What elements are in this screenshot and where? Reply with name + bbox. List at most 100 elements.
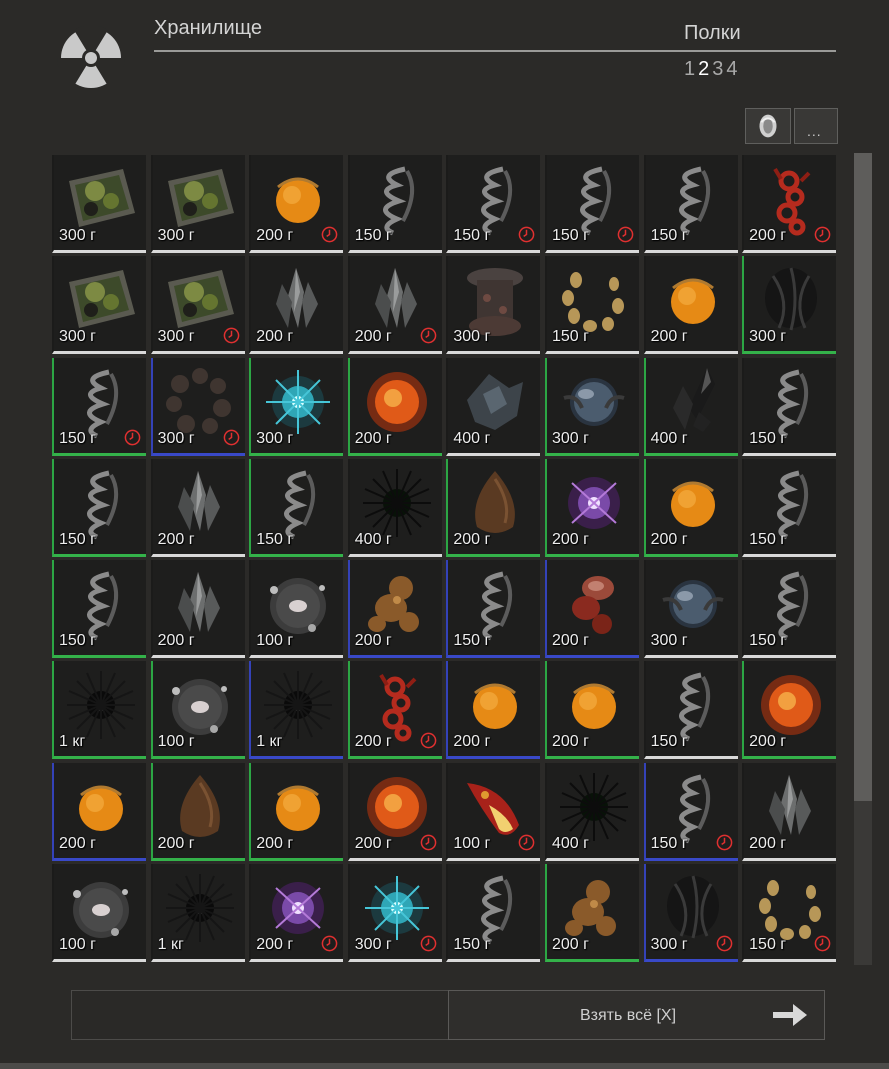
storage-slot[interactable]: 200 г (544, 661, 639, 760)
item-weight: 300 г (157, 328, 195, 346)
storage-slot[interactable]: 100 г (150, 661, 245, 760)
storage-slot[interactable]: 200 г (150, 762, 245, 861)
item-weight: 200 г (157, 834, 195, 852)
storage-slot[interactable]: 300 г (643, 864, 738, 963)
storage-slot[interactable]: 150 г (249, 458, 344, 557)
storage-slot[interactable]: 150 г (742, 458, 837, 557)
timer-icon (617, 226, 634, 243)
storage-slot[interactable]: 150 г (643, 762, 738, 861)
storage-slot[interactable]: 200 г (249, 256, 344, 355)
crystal-icon (769, 774, 812, 835)
storage-slot[interactable]: 300 г (150, 256, 245, 355)
storage-slot[interactable]: 200 г (544, 560, 639, 659)
storage-slot[interactable]: 150 г (643, 155, 738, 253)
storage-slot[interactable]: 400 г (446, 357, 541, 456)
storage-slot[interactable]: 200 г (742, 155, 837, 253)
take-all-button[interactable]: Взять всё [X] (448, 990, 825, 1040)
storage-slot[interactable]: 200 г (249, 762, 344, 861)
storage-slot[interactable]: 300 г (150, 357, 245, 456)
storage-slot[interactable]: 1 кг (52, 661, 146, 760)
storage-slot[interactable]: 200 г (446, 458, 541, 557)
storage-slot[interactable]: 200 г (249, 155, 344, 253)
storage-slot[interactable]: 200 г (643, 458, 738, 557)
storage-slot[interactable]: 200 г (643, 256, 738, 355)
storage-slot[interactable]: 200 г (150, 458, 245, 557)
more-options-button[interactable]: ... (794, 108, 838, 144)
storage-slot[interactable]: 200 г (347, 357, 442, 456)
storage-slot[interactable]: 150 г (52, 357, 146, 456)
shell-icon (284, 470, 316, 540)
storage-slot[interactable]: 300 г (52, 256, 146, 355)
brown-lump-icon (564, 880, 616, 937)
storage-slot[interactable]: 100 г (446, 762, 541, 861)
storage-slot[interactable]: 150 г (52, 560, 146, 659)
item-weight: 400 г (650, 429, 688, 447)
storage-slot[interactable]: 400 г (643, 357, 738, 456)
storage-slot[interactable]: 300 г (347, 864, 442, 963)
storage-slot[interactable]: 200 г (446, 661, 541, 760)
storage-slot[interactable]: 200 г (52, 762, 146, 861)
timer-icon (814, 935, 831, 952)
storage-slot[interactable]: 200 г (742, 762, 837, 861)
storage-slot[interactable]: 200 г (742, 661, 837, 760)
storage-slot[interactable]: 400 г (347, 458, 442, 557)
item-weight: 300 г (256, 429, 294, 447)
storage-slot[interactable]: 300 г (544, 357, 639, 456)
item-weight: 200 г (256, 227, 294, 244)
item-weight: 150 г (551, 227, 589, 244)
storage-slot[interactable]: 300 г (742, 256, 837, 355)
storage-slot[interactable]: 200 г (347, 560, 442, 659)
storage-slot[interactable]: 300 г (150, 155, 245, 253)
moss-icon (69, 270, 135, 329)
filter-button[interactable] (745, 108, 791, 144)
item-weight: 200 г (749, 733, 787, 751)
storage-slot[interactable]: 200 г (249, 864, 344, 963)
scrollbar-thumb[interactable] (854, 153, 872, 801)
item-weight: 100 г (59, 936, 96, 954)
storage-slot[interactable]: 200 г (347, 256, 442, 355)
storage-slot[interactable]: 200 г (150, 560, 245, 659)
storage-slot[interactable]: 150 г (446, 864, 541, 963)
item-weight: 100 г (453, 834, 491, 852)
storage-slot[interactable]: 150 г (347, 155, 442, 253)
item-weight: 200 г (650, 530, 688, 548)
glass-sphere-icon (661, 580, 724, 629)
item-weight: 200 г (354, 328, 392, 346)
storage-slot[interactable]: 150 г (446, 155, 541, 253)
storage-slot[interactable]: 150 г (742, 864, 837, 963)
storage-slot[interactable]: 200 г (544, 864, 639, 963)
storage-slot[interactable]: 150 г (742, 357, 837, 456)
storage-slot[interactable]: 150 г (52, 458, 146, 557)
storage-slot[interactable]: 150 г (544, 155, 639, 253)
crystal-icon (177, 572, 220, 633)
storage-slot[interactable]: 300 г (249, 357, 344, 456)
black-cage-icon (765, 267, 818, 331)
storage-slot[interactable]: 100 г (52, 864, 146, 963)
shelf-page-2[interactable]: 2 (698, 58, 709, 81)
shelf-page-1[interactable]: 1 (684, 58, 695, 81)
storage-slot[interactable]: 300 г (52, 155, 146, 253)
storage-slot[interactable]: 100 г (249, 560, 344, 659)
storage-slot[interactable]: 200 г (347, 661, 442, 760)
storage-slot[interactable]: 200 г (347, 762, 442, 861)
storage-slot[interactable]: 1 кг (249, 661, 344, 760)
item-weight: 300 г (650, 632, 688, 650)
take-all-label: Взять всё [X] (580, 1007, 677, 1024)
storage-slot[interactable]: 300 г (643, 560, 738, 659)
storage-slot[interactable]: 150 г (544, 256, 639, 355)
storage-slot[interactable]: 150 г (643, 661, 738, 760)
orange-orb-icon (276, 785, 321, 831)
storage-slot[interactable]: 1 кг (150, 864, 245, 963)
storage-slot[interactable]: 150 г (742, 560, 837, 659)
item-weight: 150 г (551, 328, 589, 346)
shelf-page-3[interactable]: 3 (712, 58, 723, 81)
storage-slot[interactable]: 400 г (544, 762, 639, 861)
item-weight: 150 г (256, 530, 294, 548)
item-weight: 1 кг (157, 936, 184, 954)
storage-slot[interactable]: 300 г (446, 256, 541, 355)
grey-blob-icon (73, 882, 129, 939)
shelf-page-4[interactable]: 4 (726, 58, 737, 81)
storage-slot[interactable]: 200 г (544, 458, 639, 557)
storage-slot[interactable]: 150 г (446, 560, 541, 659)
mushroom-icon (467, 268, 524, 337)
